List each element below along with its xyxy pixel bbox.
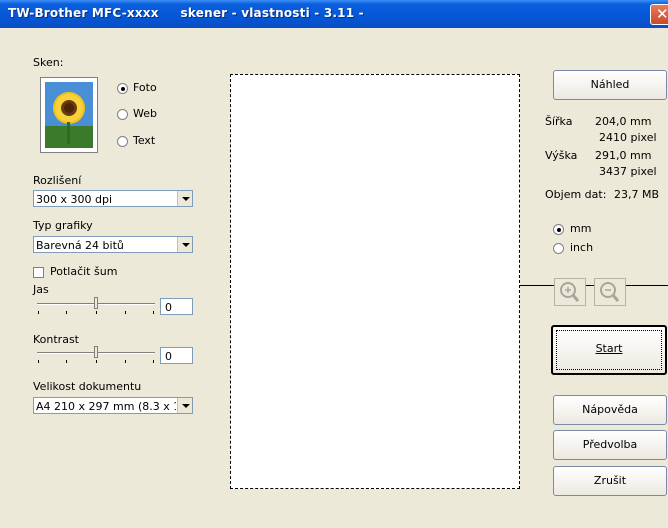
window-title: TW-Brother MFC-xxxx skener - vlastnosti … bbox=[8, 6, 364, 20]
radio-foto-label: Foto bbox=[133, 81, 157, 94]
width-px-value: 2410 pixel bbox=[599, 131, 657, 144]
contrast-tick bbox=[153, 360, 154, 363]
brightness-tick bbox=[38, 311, 39, 314]
scan-label: Sken: bbox=[33, 56, 64, 69]
radio-text-label: Text bbox=[133, 134, 156, 147]
chevron-down-icon[interactable] bbox=[177, 237, 192, 252]
scanner-properties-window: TW-Brother MFC-xxxx skener - vlastnosti … bbox=[0, 0, 668, 528]
zoom-out-icon bbox=[600, 282, 620, 302]
start-button[interactable]: Start bbox=[551, 325, 667, 375]
brightness-slider-thumb[interactable] bbox=[94, 297, 98, 309]
radio-inch[interactable] bbox=[553, 243, 564, 254]
preset-button[interactable]: Předvolba bbox=[553, 430, 667, 460]
contrast-tick bbox=[38, 360, 39, 363]
contrast-label: Kontrast bbox=[33, 333, 79, 346]
data-size-value: 23,7 MB bbox=[614, 188, 660, 201]
brightness-value: 0 bbox=[165, 301, 172, 314]
start-button-label: Start bbox=[595, 342, 623, 355]
radio-foto[interactable] bbox=[117, 83, 128, 94]
radio-mm-label: mm bbox=[570, 222, 592, 235]
contrast-slider-thumb[interactable] bbox=[94, 346, 98, 358]
height-px-value: 3437 pixel bbox=[599, 165, 657, 178]
zoom-in-button[interactable] bbox=[554, 278, 586, 306]
contrast-tick bbox=[96, 360, 97, 363]
scan-preview-area[interactable] bbox=[230, 74, 520, 489]
contrast-value: 0 bbox=[165, 350, 172, 363]
resolution-select[interactable]: 300 x 300 dpi bbox=[33, 190, 193, 207]
contrast-tick bbox=[125, 360, 126, 363]
graphic-type-value: Barevná 24 bitů bbox=[36, 239, 124, 252]
noise-label: Potlačit šum bbox=[50, 265, 118, 278]
radio-web-label: Web bbox=[133, 107, 157, 120]
noise-checkbox[interactable] bbox=[33, 267, 44, 278]
resolution-value: 300 x 300 dpi bbox=[36, 193, 113, 206]
data-size-label: Objem dat: bbox=[545, 188, 607, 201]
height-label: Výška bbox=[545, 149, 578, 162]
brightness-input[interactable]: 0 bbox=[160, 298, 193, 315]
close-icon: ✕ bbox=[656, 5, 668, 23]
height-mm-value: 291,0 mm bbox=[595, 149, 652, 162]
brightness-tick bbox=[66, 311, 67, 314]
radio-inch-label: inch bbox=[570, 241, 594, 254]
preview-button[interactable]: Náhled bbox=[553, 70, 667, 100]
contrast-input[interactable]: 0 bbox=[160, 347, 193, 364]
document-size-label: Velikost dokumentu bbox=[33, 380, 142, 393]
brightness-tick bbox=[153, 311, 154, 314]
zoom-in-icon bbox=[560, 282, 580, 302]
brightness-tick bbox=[96, 311, 97, 314]
chevron-down-icon[interactable] bbox=[177, 398, 192, 413]
document-size-value: A4 210 x 297 mm (8.3 x 11. bbox=[36, 400, 176, 413]
brightness-label: Jas bbox=[33, 283, 49, 296]
zoom-out-button[interactable] bbox=[594, 278, 626, 306]
radio-text[interactable] bbox=[117, 136, 128, 147]
scan-type-thumbnail bbox=[40, 77, 98, 153]
width-mm-value: 204,0 mm bbox=[595, 115, 652, 128]
chevron-down-icon[interactable] bbox=[177, 191, 192, 206]
close-button[interactable]: ✕ bbox=[650, 4, 668, 25]
resolution-label: Rozlišení bbox=[33, 174, 82, 187]
brightness-tick bbox=[125, 311, 126, 314]
title-bar: TW-Brother MFC-xxxx skener - vlastnosti … bbox=[0, 0, 668, 28]
cancel-button[interactable]: Zrušit bbox=[553, 466, 667, 496]
document-size-select[interactable]: A4 210 x 297 mm (8.3 x 11. bbox=[33, 397, 193, 414]
radio-web[interactable] bbox=[117, 109, 128, 120]
graphic-type-label: Typ grafiky bbox=[33, 219, 93, 232]
help-button[interactable]: Nápověda bbox=[553, 395, 667, 425]
radio-mm[interactable] bbox=[553, 224, 564, 235]
graphic-type-select[interactable]: Barevná 24 bitů bbox=[33, 236, 193, 253]
contrast-tick bbox=[66, 360, 67, 363]
width-label: Šířka bbox=[545, 115, 573, 128]
sunflower-thumbnail bbox=[45, 82, 93, 148]
